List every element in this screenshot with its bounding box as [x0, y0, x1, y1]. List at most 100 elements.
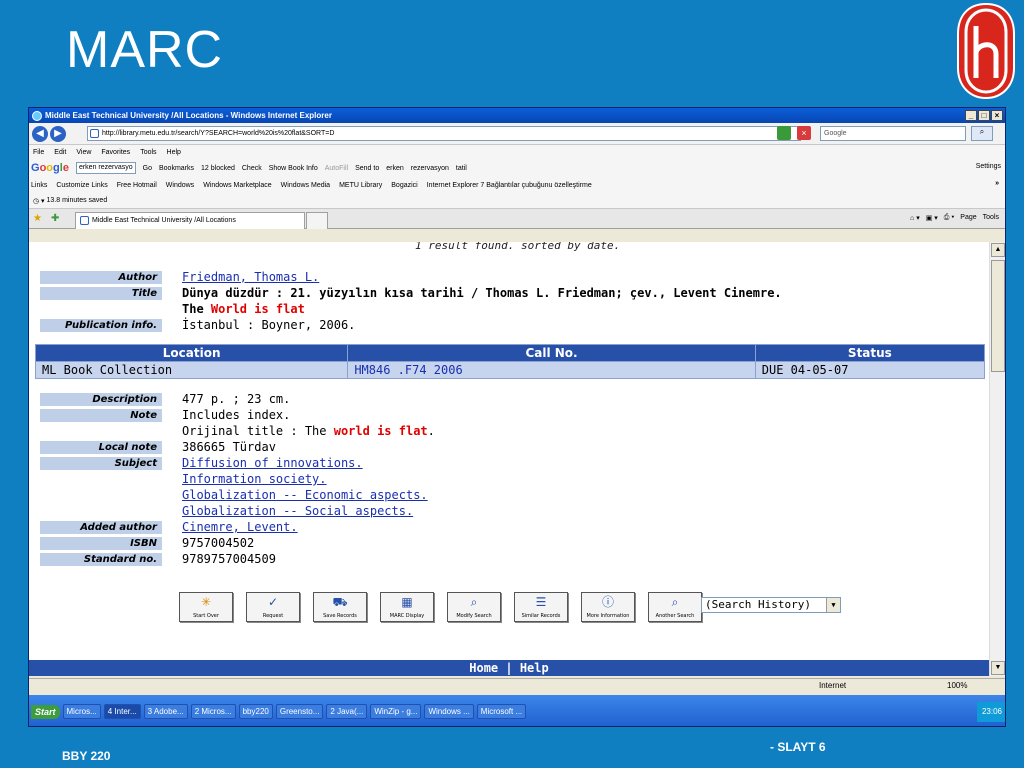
task-item[interactable]: bby220 [238, 704, 273, 719]
marc-display-button[interactable]: ▦ MARC Display [380, 592, 434, 622]
minimize-button[interactable]: _ [965, 110, 977, 121]
window-titlebar: Middle East Technical University /All Lo… [29, 108, 1005, 123]
standard-label: Standard no. [40, 552, 162, 566]
binoculars-icon: ⌕ [470, 595, 478, 609]
show-book-info-button[interactable]: Show Book Info [269, 165, 318, 172]
chevron-right-icon[interactable]: » [995, 180, 999, 187]
tools-menu[interactable]: Tools [983, 214, 999, 222]
university-logo-icon [957, 2, 1015, 100]
scroll-down-icon[interactable]: ▼ [991, 661, 1005, 675]
more-information-button[interactable]: ⓘ More Information [581, 592, 635, 622]
link-media[interactable]: Windows Media [281, 182, 330, 189]
task-item[interactable]: 2 Micros... [190, 704, 236, 719]
slide-footer: BBY 220 - SLAYT 6 [0, 728, 1024, 768]
new-tab-button[interactable] [306, 212, 328, 229]
links-bar: Links Customize Links Free Hotmail Windo… [29, 177, 1005, 193]
forward-icon[interactable]: ▶ [50, 125, 66, 142]
link-hotmail[interactable]: Free Hotmail [117, 182, 157, 189]
link-bogazici[interactable]: Bogazici [391, 182, 417, 189]
search-input[interactable]: Google [820, 126, 966, 141]
field-title-2: The World is flat [40, 302, 305, 316]
task-item[interactable]: 2 Java(... [326, 704, 368, 719]
maximize-button[interactable]: □ [978, 110, 990, 121]
zoom-level[interactable]: 100% [947, 681, 967, 690]
task-item[interactable]: Greensto... [275, 704, 324, 719]
tab-metu[interactable]: Middle East Technical University /All Lo… [75, 212, 305, 229]
start-over-button[interactable]: ✳ Start Over [179, 592, 233, 622]
favorites-star-icon[interactable]: ★ [33, 213, 42, 224]
note2-prefix: Orijinal title : The [182, 424, 334, 438]
link-marketplace[interactable]: Windows Marketplace [203, 182, 271, 189]
menu-favorites[interactable]: Favorites [101, 149, 130, 156]
menu-file[interactable]: File [33, 149, 44, 156]
sparkle-icon: ✳ [200, 595, 212, 609]
subject-link-1[interactable]: Diffusion of innovations. [182, 456, 363, 470]
menu-help[interactable]: Help [167, 149, 181, 156]
page-footer-links[interactable]: Home | Help [29, 660, 989, 676]
field-standard-no: Standard no. 9789757004509 [40, 552, 276, 566]
task-item[interactable]: 4 Inter... [103, 704, 141, 719]
autofill-button[interactable]: AutoFill [325, 165, 348, 172]
bookmarks-button[interactable]: Bookmarks [159, 165, 194, 172]
link-ie7[interactable]: Internet Explorer 7 Bağlantılar çubuğunu… [427, 182, 592, 189]
search-erken-button[interactable]: erken [386, 165, 404, 172]
link-metu-library[interactable]: METU Library [339, 182, 382, 189]
refresh-icon[interactable] [777, 126, 791, 140]
page-icon [80, 216, 89, 225]
search-button[interactable]: ⌕ [971, 126, 993, 141]
scroll-up-icon[interactable]: ▲ [991, 243, 1005, 257]
save-records-button[interactable]: ⛟ Save Records [313, 592, 367, 622]
link-customize[interactable]: Customize Links [56, 182, 107, 189]
task-item[interactable]: WinZip - g... [370, 704, 422, 719]
start-button[interactable]: Start [31, 704, 60, 719]
search-tatil-button[interactable]: tatil [456, 165, 467, 172]
subject-link-4[interactable]: Globalization -- Social aspects. [182, 504, 413, 518]
field-author: Author Friedman, Thomas L. [40, 270, 319, 284]
task-item[interactable]: Micros... [62, 704, 101, 719]
subject-link-3[interactable]: Globalization -- Economic aspects. [182, 488, 428, 502]
popup-blocked-button[interactable]: 12 blocked [201, 165, 235, 172]
add-favorite-icon[interactable]: ✚ [51, 213, 59, 224]
vertical-scrollbar[interactable]: ▲ ▼ [989, 242, 1005, 676]
similar-records-button[interactable]: ☰ Similar Records [514, 592, 568, 622]
note2-highlight: world is flat [333, 424, 428, 438]
task-item[interactable]: Microsoft ... [476, 704, 527, 719]
home-icon[interactable]: ⌂ ▾ [910, 214, 920, 222]
send-to-button[interactable]: Send to [355, 165, 379, 172]
pubinfo-label: Publication info. [40, 318, 162, 332]
subject-link-2[interactable]: Information society. [182, 472, 327, 486]
another-search-button[interactable]: ⌕ Another Search [648, 592, 702, 622]
author-link[interactable]: Friedman, Thomas L. [182, 270, 319, 284]
feeds-icon[interactable]: ▣ ▾ [926, 214, 938, 222]
field-description: Description 477 p. ; 23 cm. [40, 392, 290, 406]
menu-tools[interactable]: Tools [140, 149, 156, 156]
clock-icon: ◷ ▾ [33, 197, 47, 205]
close-button[interactable]: × [991, 110, 1003, 121]
task-item[interactable]: 3 Adobe... [143, 704, 188, 719]
books-icon: ☰ [535, 595, 547, 609]
print-icon[interactable]: ⎙ ▾ [944, 214, 955, 222]
menu-edit[interactable]: Edit [54, 149, 66, 156]
link-windows[interactable]: Windows [166, 182, 194, 189]
modify-search-button[interactable]: ⌕ Modify Search [447, 592, 501, 622]
google-search-input[interactable]: erken rezervasyo [75, 162, 136, 174]
check-icon: ✓ [267, 595, 279, 609]
search-rezervasyon-button[interactable]: rezervasyon [411, 165, 449, 172]
spellcheck-button[interactable]: Check [242, 165, 262, 172]
result-count: 1 result found. sorted by date. [415, 242, 621, 252]
stop-icon[interactable]: × [797, 126, 811, 140]
google-go-button[interactable]: Go [143, 165, 152, 172]
field-subject: Subject Diffusion of innovations. [40, 456, 363, 470]
task-item[interactable]: Windows ... [424, 704, 474, 719]
added-author-link[interactable]: Cinemre, Levent. [182, 520, 298, 534]
call-no-link[interactable]: HM846 .F74 2006 [354, 363, 462, 377]
request-button[interactable]: ✓ Request [246, 592, 300, 622]
back-icon[interactable]: ◀ [32, 125, 48, 142]
search-history-select[interactable]: (Search History) ▼ [701, 597, 841, 613]
settings-button[interactable]: Settings [976, 163, 1001, 170]
menu-view[interactable]: View [76, 149, 91, 156]
scroll-thumb[interactable] [991, 260, 1005, 372]
page-menu[interactable]: Page [960, 214, 976, 222]
title2-highlight: World is flat [210, 302, 305, 316]
address-input[interactable]: http://library.metu.edu.tr/search/Y?SEAR… [87, 126, 801, 141]
